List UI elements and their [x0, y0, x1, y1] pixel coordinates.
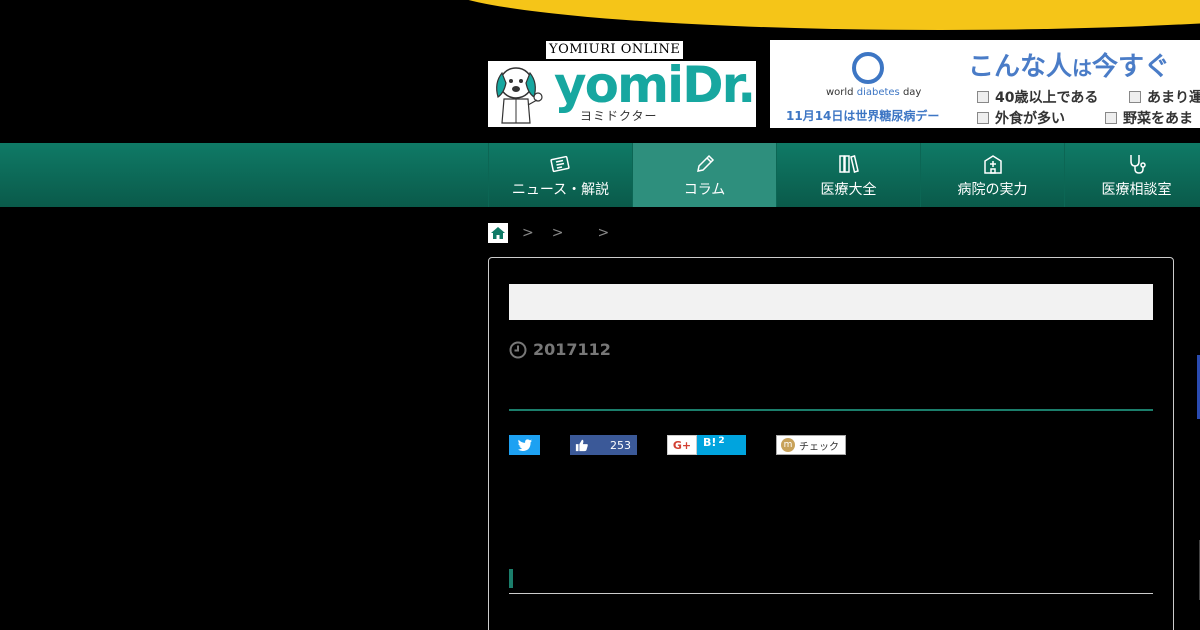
nav-label: 医療大全 [820, 181, 877, 198]
hatena-bookmark-count: 2 [718, 436, 725, 446]
article-date: 2017112 [533, 340, 611, 359]
logo-wordmark: yomiDr. [554, 56, 756, 114]
nav-item-news[interactable]: ニュース・解説 [488, 143, 632, 207]
nav-item-consultation[interactable]: 医療相談室 [1064, 143, 1200, 207]
mixi-check-label: チェック [799, 441, 839, 453]
main-nav: ニュース・解説 コラム 医療大全 病院の実力 医療相談室 [488, 143, 1200, 207]
clock-icon [509, 341, 527, 358]
nav-item-hospital[interactable]: 病院の実力 [920, 143, 1064, 207]
banner-date-text: 11月14日は世界糖尿病デー [786, 109, 940, 123]
mixi-icon: m [781, 438, 795, 452]
logo-panel: yomiDr. ヨミドクター [488, 56, 756, 127]
hatena-bookmark-button[interactable]: B! 2 [697, 435, 746, 455]
breadcrumb-separator: > [597, 225, 610, 241]
google-plus-share-button[interactable]: G+ [667, 435, 697, 455]
home-link[interactable] [488, 223, 508, 243]
twitter-bird-icon [517, 439, 532, 451]
dog-doctor-mascot-icon [496, 67, 543, 124]
yellow-arc-decoration [440, 0, 1200, 30]
nav-label: 病院の実力 [957, 181, 1028, 198]
banner-check-item: 40歳以上である [977, 87, 1098, 107]
site-logo[interactable]: YOMIURI ONLINE yomiDr. ヨミドクター [488, 40, 756, 128]
facebook-like-count: 253 [610, 438, 631, 452]
nav-item-encyclopedia[interactable]: 医療大全 [776, 143, 920, 207]
thumbs-up-icon [575, 439, 588, 452]
title-divider [509, 409, 1153, 411]
logo-kana: ヨミドクター [580, 109, 658, 123]
article-date-row: 2017112 [509, 340, 611, 359]
newspaper-icon [549, 155, 570, 172]
article-card: 2017112 253 G+ B! 2 m チェック [488, 257, 1174, 630]
facebook-like-button[interactable]: 253 [570, 435, 637, 455]
banner-check-item: 野菜をあま [1105, 108, 1193, 128]
breadcrumb-separator: > [551, 225, 564, 241]
main-navbar: ニュース・解説 コラム 医療大全 病院の実力 医療相談室 [0, 143, 1200, 207]
nav-label: 医療相談室 [1101, 181, 1172, 198]
checkbox-icon [1129, 91, 1141, 103]
nav-label: ニュース・解説 [511, 181, 610, 198]
checkbox-icon [977, 112, 989, 124]
banner-check-item: あまり運 [1129, 87, 1200, 107]
checkbox-icon [1105, 112, 1117, 124]
article-title-box [509, 284, 1153, 320]
page: YOMIURI ONLINE yomiDr. ヨミドクター world diab… [0, 0, 1200, 630]
breadcrumb-separator: > [522, 225, 534, 241]
breadcrumb: > > > [488, 223, 613, 243]
diabetes-banner-ad[interactable]: world diabetes day 11月14日は世界糖尿病デー こんな人は今… [770, 40, 1200, 128]
section-divider [509, 593, 1153, 594]
banner-headline: こんな人は今すぐ [968, 52, 1171, 82]
home-icon [491, 227, 505, 239]
section-heading-marker [509, 569, 513, 588]
hatena-bookmark-icon: B! [703, 436, 717, 449]
world-diabetes-day-circle-icon [852, 52, 884, 84]
checkbox-icon [977, 91, 989, 103]
google-plus-icon: G+ [672, 438, 692, 452]
nav-item-column[interactable]: コラム [632, 143, 776, 207]
banner-check-item: 外食が多い [977, 108, 1065, 128]
stethoscope-icon [1129, 154, 1146, 174]
twitter-share-button[interactable] [509, 435, 540, 455]
books-icon [838, 154, 859, 173]
mixi-check-button[interactable]: m チェック [776, 435, 846, 455]
hospital-icon [983, 154, 1002, 174]
pencil-icon [696, 154, 714, 172]
nav-label: コラム [683, 181, 726, 198]
world-diabetes-day-text: world diabetes day [826, 87, 922, 98]
